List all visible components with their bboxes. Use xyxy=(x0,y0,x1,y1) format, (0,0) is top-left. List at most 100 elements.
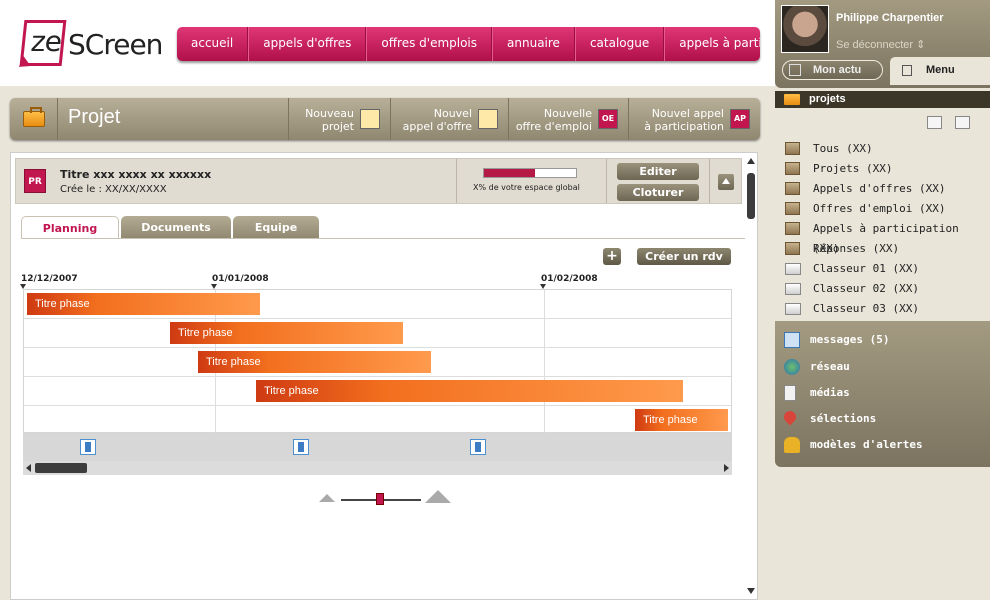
menu-modeles-alertes[interactable]: modèles d'alertes xyxy=(784,435,923,455)
globe-icon xyxy=(784,359,800,375)
date-label: 01/02/2008 xyxy=(541,274,598,284)
tree-item-tous[interactable]: Tous (XX) xyxy=(785,139,873,159)
projects-header: projets xyxy=(775,91,990,108)
storage-progress-fill xyxy=(484,169,535,177)
scroll-thumb[interactable] xyxy=(35,463,87,473)
menu-reseau[interactable]: réseau xyxy=(784,357,850,377)
milestone-icon[interactable] xyxy=(80,439,96,455)
new-call-icon: AP xyxy=(730,109,750,129)
tree-item-appels-offres[interactable]: Appels d'offres (XX) xyxy=(785,179,945,199)
new-tender-icon xyxy=(478,109,498,129)
phase-bar[interactable]: Titre phase xyxy=(198,351,431,373)
menu-selections[interactable]: sélections xyxy=(781,408,876,429)
menu-tab[interactable]: Menu xyxy=(890,57,990,85)
tab-bar: Planning Documents Equipe xyxy=(21,216,321,239)
new-project-button[interactable]: Nouveau projet xyxy=(288,98,390,140)
project-badge-icon: PR xyxy=(24,169,46,193)
vertical-scrollbar[interactable] xyxy=(745,153,757,599)
close-project-button[interactable]: Cloturer xyxy=(617,184,699,201)
menu-icon xyxy=(902,65,912,76)
nav-annuaire[interactable]: annuaire xyxy=(492,27,575,61)
new-job-offer-button[interactable]: Nouvelle offre d'emploi OE xyxy=(508,98,628,140)
project-toolbar: Projet Nouveau projet Nouvel appel d'off… xyxy=(10,98,760,140)
tab-planning[interactable]: Planning xyxy=(21,216,119,239)
header: ze SCreen accueil appels d'offres offres… xyxy=(0,0,775,86)
mon-actu-button[interactable]: Mon actu xyxy=(782,60,883,80)
scroll-right-icon[interactable] xyxy=(724,464,729,472)
scroll-up-icon[interactable] xyxy=(747,158,755,164)
milestone-icon[interactable] xyxy=(293,439,309,455)
menu-item-label: médias xyxy=(810,386,850,399)
new-call-participation-button[interactable]: Nouvel appel à participation AP xyxy=(628,98,760,140)
mon-actu-label: Mon actu xyxy=(813,64,862,76)
box-icon xyxy=(785,182,800,195)
nav-offres-emplois[interactable]: offres d'emplois xyxy=(366,27,493,61)
phase-bar[interactable]: Titre phase xyxy=(256,380,683,402)
add-button[interactable]: + xyxy=(603,248,621,265)
folder-icon xyxy=(785,283,801,295)
copy-folder-icon[interactable] xyxy=(955,116,970,129)
menu-medias[interactable]: médias xyxy=(784,383,850,403)
right-sidebar: Philippe Charpentier Se déconnecter ⇕ Mo… xyxy=(775,0,990,600)
new-job-offer-icon: OE xyxy=(598,109,618,129)
box-icon xyxy=(785,142,800,155)
nav-appels-offres[interactable]: appels d'offres xyxy=(248,27,367,61)
edit-button[interactable]: Editer xyxy=(617,163,699,180)
box-icon xyxy=(785,202,800,215)
projects-header-label: projets xyxy=(809,93,846,105)
phase-bar[interactable]: Titre phase xyxy=(27,293,260,315)
tree-item-label: Tous (XX) xyxy=(813,142,873,155)
zoom-out-mountain-icon[interactable] xyxy=(319,494,335,502)
gantt-row xyxy=(24,406,731,435)
tree-item-offres-emploi[interactable]: Offres d'emploi (XX) xyxy=(785,199,945,219)
tree-item-projets[interactable]: Projets (XX) xyxy=(785,159,892,179)
box-icon xyxy=(785,162,800,175)
tree-item-appels-participation[interactable]: Appels à participation (XX) xyxy=(785,219,990,255)
project-created-date: Crée le : XX/XX/XXXX xyxy=(60,184,167,195)
new-folder-icon[interactable] xyxy=(927,116,942,129)
box-icon xyxy=(785,242,800,255)
tree-item-reponses[interactable]: Réponses (XX) xyxy=(785,239,899,259)
scroll-thumb[interactable] xyxy=(747,173,755,219)
tree-item-label: Classeur 03 (XX) xyxy=(813,302,919,315)
box-icon xyxy=(785,222,800,235)
tab-documents[interactable]: Documents xyxy=(121,216,231,239)
phase-bar[interactable]: Titre phase xyxy=(635,409,728,431)
create-rdv-button[interactable]: Créer un rdv xyxy=(637,248,731,265)
tree-item-label: Classeur 01 (XX) xyxy=(813,262,919,275)
project-info-bar: PR Titre xxx xxxx xx xxxxxx Crée le : XX… xyxy=(15,158,742,204)
gantt-chart: Titre phase Titre phase Titre phase Titr… xyxy=(23,289,732,435)
envelope-icon xyxy=(784,332,800,348)
avatar[interactable] xyxy=(781,5,829,53)
logout-link[interactable]: Se déconnecter ⇕ xyxy=(836,38,925,51)
zoom-slider[interactable] xyxy=(319,489,454,509)
zoom-in-mountain-icon[interactable] xyxy=(425,490,451,503)
scroll-left-icon[interactable] xyxy=(26,464,31,472)
tab-equipe[interactable]: Equipe xyxy=(233,216,319,239)
tree-item-classeur-02[interactable]: Classeur 02 (XX) xyxy=(785,279,919,299)
scroll-down-icon[interactable] xyxy=(747,588,755,594)
menu-messages[interactable]: messages (5) xyxy=(784,330,889,350)
collapse-up-icon[interactable] xyxy=(718,174,734,190)
nav-accueil[interactable]: accueil xyxy=(177,27,249,61)
zescreen-logo[interactable]: ze SCreen xyxy=(15,18,168,72)
user-name: Philippe Charpentier xyxy=(836,12,944,24)
briefcase-icon xyxy=(784,94,800,105)
new-project-icon xyxy=(360,109,380,129)
nav-appels-participation[interactable]: appels à participation xyxy=(664,27,760,61)
logo-mark-text: ze xyxy=(29,25,63,58)
tree-item-classeur-01[interactable]: Classeur 01 (XX) xyxy=(785,259,919,279)
logo-word: SCreen xyxy=(68,28,163,61)
phase-bar[interactable]: Titre phase xyxy=(170,322,403,344)
milestone-icon[interactable] xyxy=(470,439,486,455)
tree-item-classeur-03[interactable]: Classeur 03 (XX) xyxy=(785,299,919,319)
nav-catalogue[interactable]: catalogue xyxy=(574,27,665,61)
news-icon xyxy=(789,64,801,76)
zoom-handle[interactable] xyxy=(376,493,384,505)
horizontal-scrollbar[interactable] xyxy=(23,461,732,475)
new-tender-button[interactable]: Nouvel appel d'offre xyxy=(390,98,508,140)
folder-icon xyxy=(785,263,801,275)
storage-percent-label: X% de votre espace global xyxy=(473,183,580,192)
media-icon xyxy=(784,385,796,401)
date-label: 01/01/2008 xyxy=(212,274,269,284)
